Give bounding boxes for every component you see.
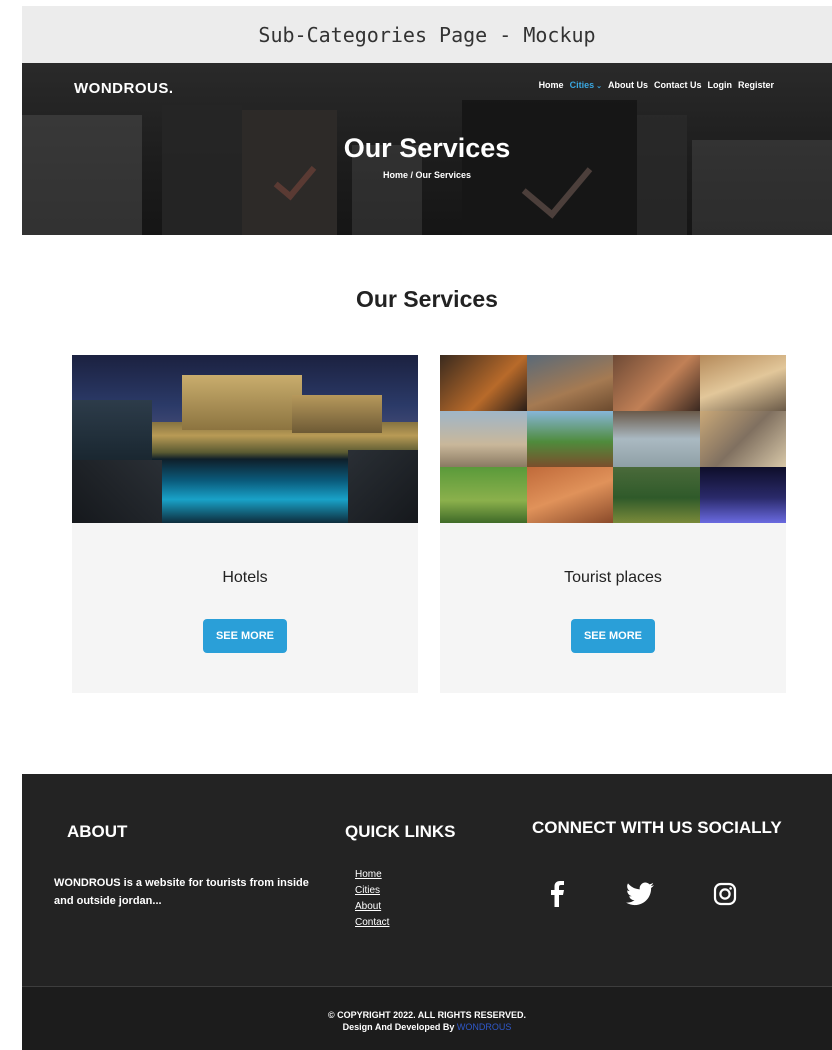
collage-tile: [440, 467, 527, 523]
facebook-icon[interactable]: [537, 874, 577, 914]
instagram-icon[interactable]: [705, 874, 745, 914]
credit-prefix: Design And Developed By: [342, 1022, 455, 1032]
nav-about-us[interactable]: About Us: [608, 80, 648, 90]
card-label: Tourist places: [564, 569, 662, 586]
mockup-title-bar: Sub-Categories Page - Mockup: [22, 6, 832, 63]
collage-tile: [526, 355, 613, 411]
footer-social-heading: CONNECT WITH US SOCIALLY: [532, 818, 782, 837]
nav-cities-label: Cities: [569, 80, 595, 90]
collage-tile: [613, 411, 700, 467]
credit-line: Design And Developed By WONDROUS: [22, 1021, 832, 1033]
footer-link-item: Contact: [355, 915, 389, 931]
copyright-text: © COPYRIGHT 2022. ALL RIGHTS RESERVED.: [327, 1010, 526, 1020]
footer-link-about[interactable]: About: [355, 901, 381, 912]
see-more-button[interactable]: SEE MORE: [203, 619, 287, 653]
site-footer: ABOUT WONDROUS is a website for tourists…: [22, 774, 832, 1050]
hotel-image: [72, 355, 418, 523]
footer-link-item: Cities: [355, 883, 389, 899]
service-card-tourist-places: Tourist places SEE MORE: [440, 355, 786, 693]
collage-tile: [699, 411, 786, 467]
chevron-down-icon: ⌄: [596, 83, 602, 90]
footer-link-cities[interactable]: Cities: [355, 885, 380, 896]
collage-tile: [526, 411, 613, 467]
mockup-title: Sub-Categories Page - Mockup: [258, 22, 596, 47]
tourist-places-collage: [440, 355, 786, 523]
footer-link-item: About: [355, 899, 389, 915]
hotel-image-detail: [182, 375, 302, 430]
twitter-icon[interactable]: [620, 874, 660, 914]
collage-tile: [526, 467, 613, 523]
see-more-button[interactable]: SEE MORE: [571, 619, 655, 653]
footer-link-contact[interactable]: Contact: [355, 917, 389, 928]
hotel-image-detail: [348, 450, 418, 523]
collage-tile: [613, 467, 700, 523]
collage-tile: [440, 355, 527, 411]
footer-link-item: Home: [355, 867, 389, 883]
collage-tile: [699, 467, 786, 523]
nav-home[interactable]: Home: [539, 80, 564, 90]
site-logo[interactable]: WONDROUS.: [74, 80, 174, 97]
section-title: Our Services: [356, 286, 498, 312]
hero-header: WONDROUS. Home Cities ⌄ About Us Contact …: [22, 63, 832, 235]
card-label: Hotels: [222, 569, 268, 586]
breadcrumb: Home / Our Services: [382, 170, 472, 180]
collage-tile: [613, 355, 700, 411]
main-nav: Home Cities ⌄ About Us Contact Us Login R…: [539, 80, 774, 90]
footer-quick-links-heading: QUICK LINKS: [345, 822, 456, 841]
nav-login[interactable]: Login: [707, 80, 732, 90]
nav-register[interactable]: Register: [738, 80, 774, 90]
service-card-hotels: Hotels SEE MORE: [72, 355, 418, 693]
footer-about-text: WONDROUS is a website for tourists from …: [54, 877, 309, 907]
footer-link-home[interactable]: Home: [355, 869, 382, 880]
footer-bottom: © COPYRIGHT 2022. ALL RIGHTS RESERVED. D…: [22, 986, 832, 1050]
nav-contact-us[interactable]: Contact Us: [654, 80, 702, 90]
collage-tile: [440, 411, 527, 467]
copyright: © COPYRIGHT 2022. ALL RIGHTS RESERVED. D…: [22, 1009, 832, 1033]
hero-title: Our Services: [343, 133, 511, 163]
footer-quick-links: Home Cities About Contact: [355, 867, 389, 931]
hotel-image-detail: [292, 395, 382, 433]
collage-tile: [699, 355, 786, 411]
footer-about-heading: ABOUT: [67, 822, 128, 841]
hotel-image-detail: [72, 460, 162, 523]
nav-cities[interactable]: Cities ⌄: [570, 80, 602, 90]
credit-link[interactable]: WONDROUS: [457, 1022, 512, 1032]
